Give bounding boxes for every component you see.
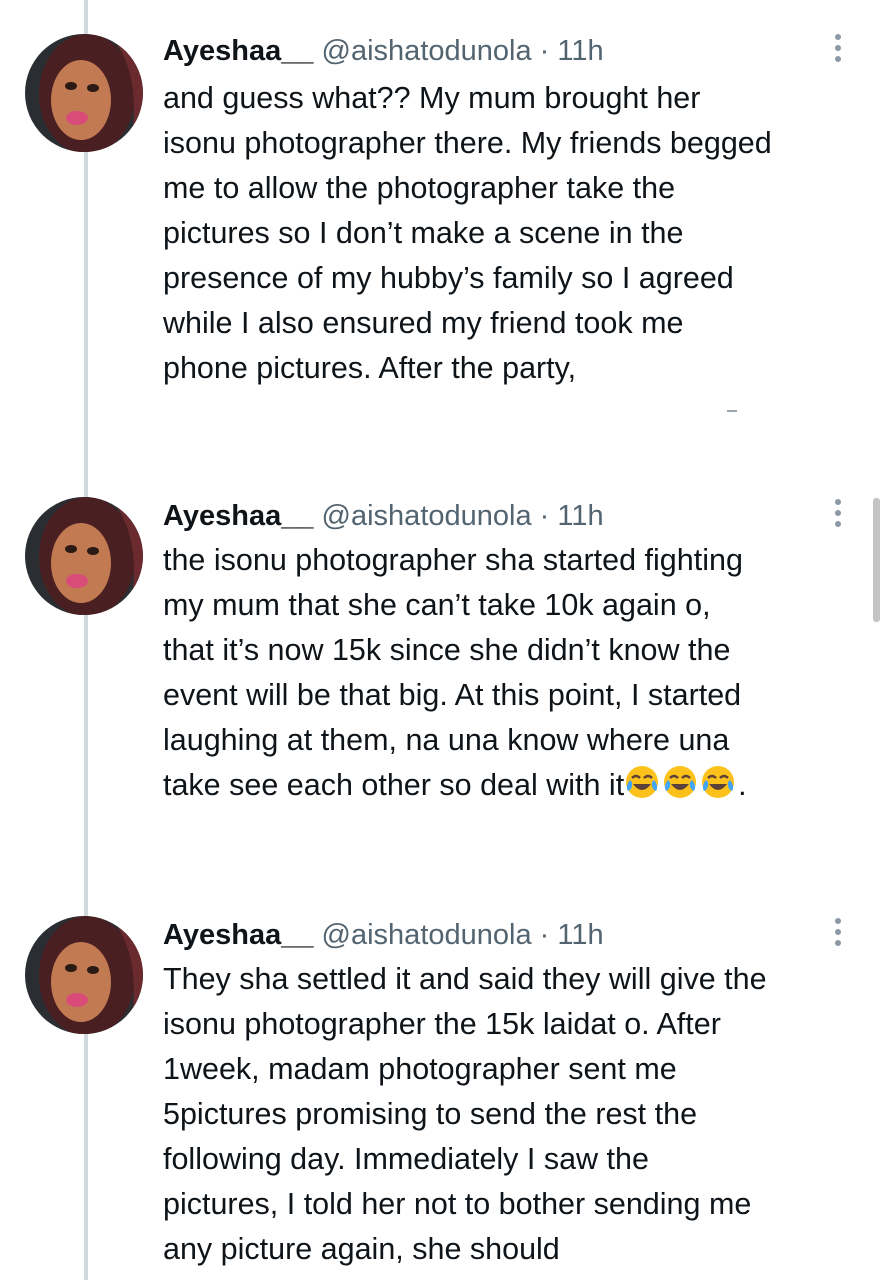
tweet-text-line: They sha settled it and said they will g… [163, 962, 767, 996]
tweet-text-fragment: take see each other so deal with it [163, 768, 625, 802]
tweet-text-line: isonu photographer there. My friends beg… [163, 126, 772, 160]
more-options-icon[interactable] [826, 493, 850, 533]
tweet-text-line: event will be that big. At this point, I… [163, 678, 742, 712]
separator-dot: · [539, 500, 550, 532]
tweet-text-line: while I also ensured my friend took me [163, 306, 684, 340]
divider-mark [727, 410, 737, 412]
profile-avatar[interactable] [25, 497, 143, 615]
display-name[interactable]: Ayeshaa__ [163, 35, 313, 67]
tweet-text-fragment: . [738, 768, 747, 802]
display-name[interactable]: Ayeshaa__ [163, 500, 313, 532]
tweet-text-line: 5pictures promising to send the rest the [163, 1097, 698, 1131]
tweet-text-line: following day. Immediately I saw the [163, 1142, 649, 1176]
tweet-text-line: and guess what?? My mum brought her [163, 81, 701, 115]
thread-connector-line [84, 0, 88, 1280]
tweet-text-line: my mum that she can’t take 10k again o, [163, 588, 711, 622]
tweet-text-line: laughing at them, na una know where una [163, 723, 730, 757]
tweet-text-line: pictures, I told her not to bother sendi… [163, 1187, 752, 1221]
tweet-text-line: the isonu photographer sha started fight… [163, 543, 743, 577]
tweet-text-line: any picture again, she should [163, 1232, 560, 1266]
profile-avatar[interactable] [25, 916, 143, 1034]
face-with-tears-of-joy-icon [700, 764, 736, 800]
user-handle[interactable]: @aishatodunola [322, 919, 532, 951]
tweet-text-line: 1week, madam photographer sent me [163, 1052, 677, 1086]
tweet-text: and guess what?? My mum brought her ison… [163, 76, 868, 391]
separator-dot: · [539, 35, 550, 67]
tweet-text-line: pictures so I don’t make a scene in the [163, 216, 684, 250]
separator-dot: · [539, 919, 550, 951]
user-handle[interactable]: @aishatodunola [322, 35, 532, 67]
user-handle[interactable]: @aishatodunola [322, 500, 532, 532]
face-with-tears-of-joy-icon [662, 764, 698, 800]
tweet-text-line: me to allow the photographer take the [163, 171, 676, 205]
more-options-icon[interactable] [826, 912, 850, 952]
profile-avatar[interactable] [25, 34, 143, 152]
display-name[interactable]: Ayeshaa__ [163, 919, 313, 951]
tweet-text: the isonu photographer sha started fight… [163, 538, 868, 808]
scrollbar[interactable] [873, 498, 880, 622]
tweet-text-line: presence of my hubby’s family so I agree… [163, 261, 734, 295]
timestamp[interactable]: 11h [557, 35, 603, 67]
tweet-text-line: take see each other so deal with it. [163, 763, 868, 808]
tweet-text: They sha settled it and said they will g… [163, 957, 868, 1272]
more-options-icon[interactable] [826, 28, 850, 68]
tweet-text-line: isonu photographer the 15k laidat o. Aft… [163, 1007, 721, 1041]
timestamp[interactable]: 11h [557, 500, 603, 532]
face-with-tears-of-joy-icon [624, 764, 660, 800]
tweet-text-line: phone pictures. After the party, [163, 351, 577, 385]
timestamp[interactable]: 11h [557, 919, 603, 951]
tweet-text-line: that it’s now 15k since she didn’t know … [163, 633, 731, 667]
